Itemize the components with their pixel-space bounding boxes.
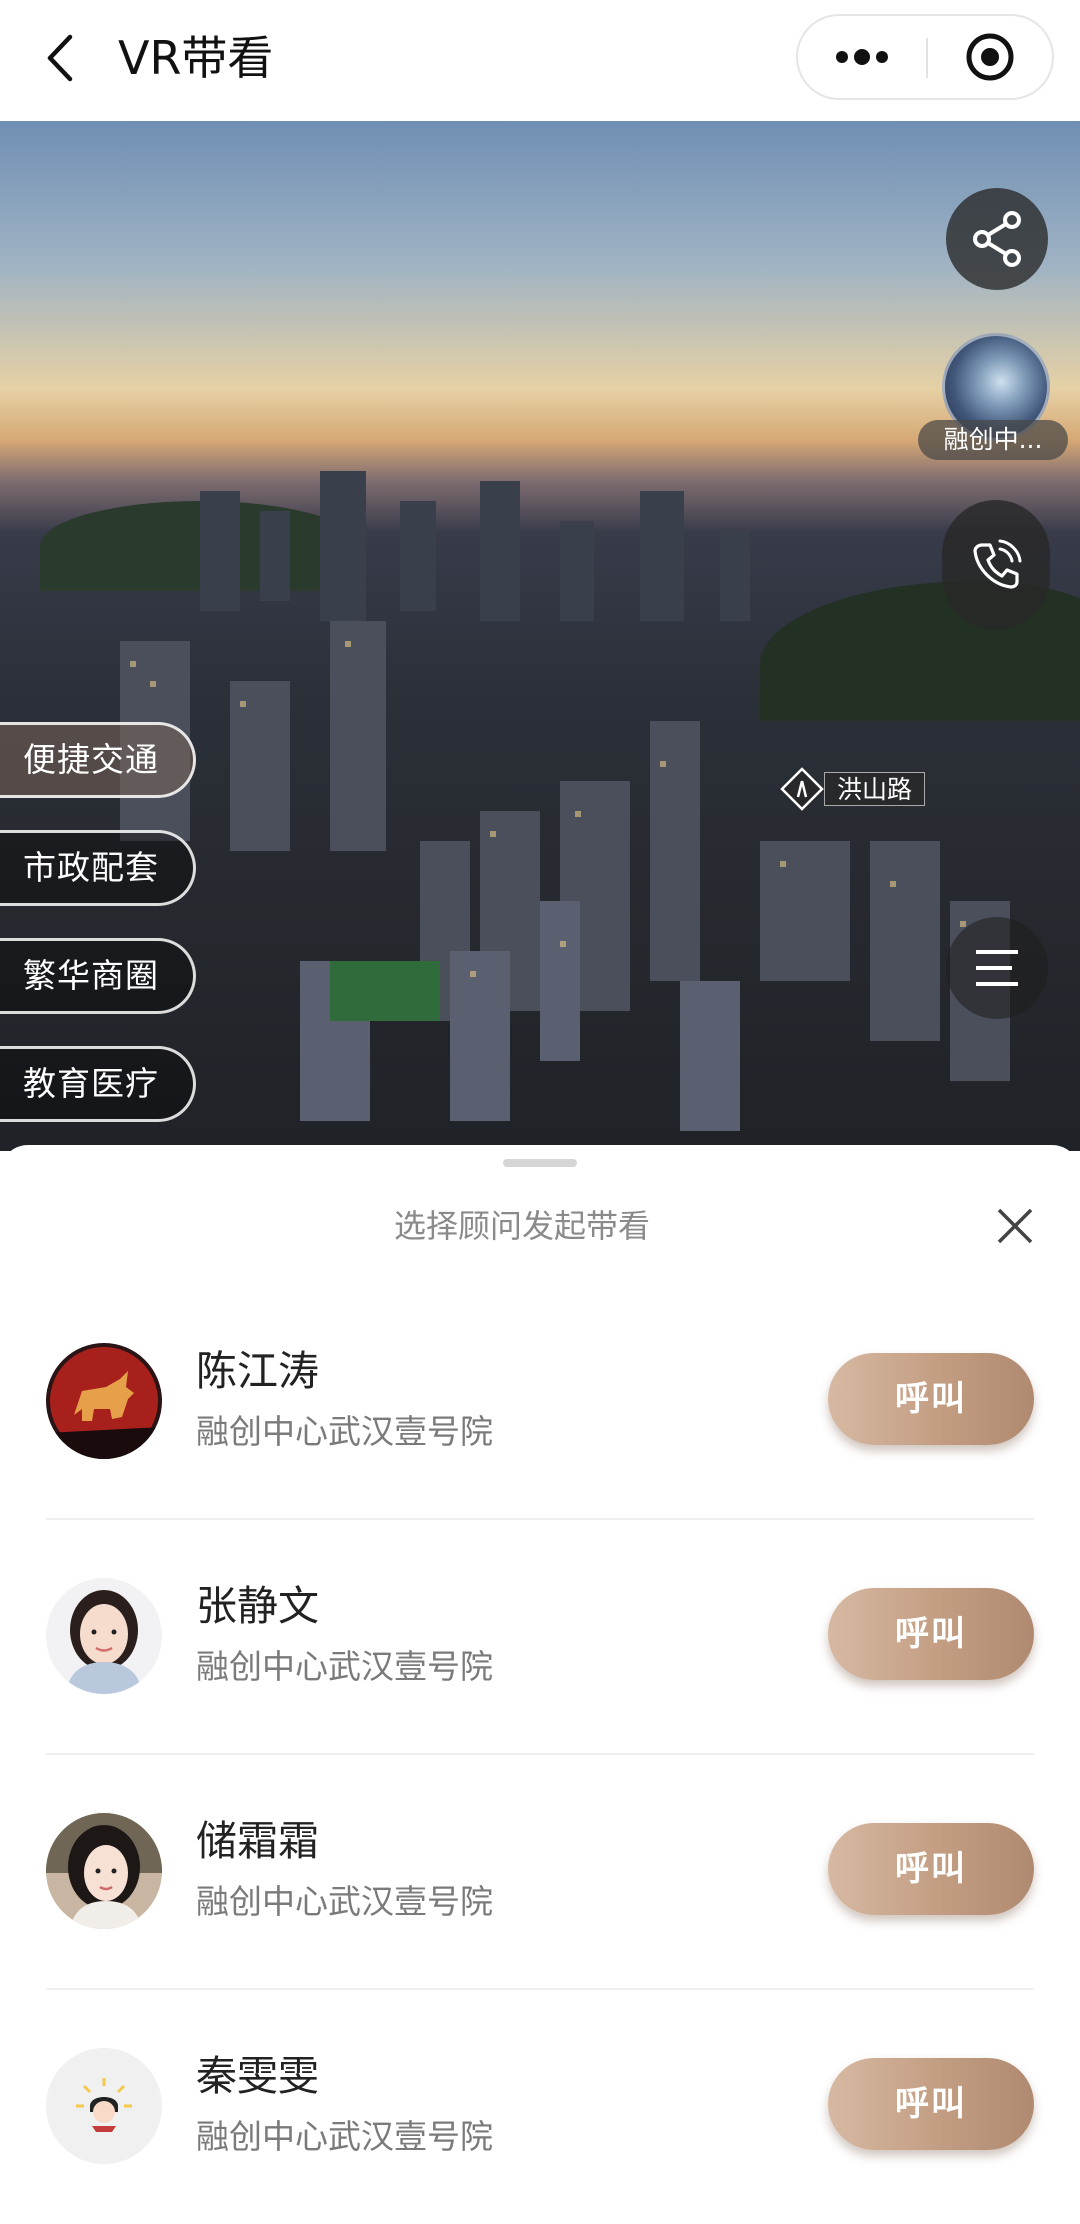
consultant-row[interactable]: 储霜霜 融创中心武汉壹号院 呼叫 — [46, 1755, 1034, 1990]
poi-transport[interactable]: 便捷交通 — [0, 722, 196, 798]
share-icon — [973, 211, 1021, 267]
avatar — [46, 2048, 162, 2164]
bull-logo-avatar-icon — [46, 1343, 162, 1459]
consultant-row[interactable]: 陈江涛 融创中心武汉壹号院 呼叫 — [46, 1285, 1034, 1520]
poi-education-medical[interactable]: 教育医疗 — [0, 1046, 196, 1122]
consultant-name: 秦雯雯 — [196, 2052, 319, 2100]
mini-program-capsule — [796, 14, 1054, 100]
road-sign-icon — [780, 767, 824, 811]
consultant-project: 融创中心武汉壹号院 — [196, 2117, 493, 2156]
more-button[interactable] — [798, 16, 926, 98]
consultant-project: 融创中心武汉壹号院 — [196, 1412, 493, 1451]
portrait-avatar-icon — [46, 1813, 162, 1929]
portrait-avatar-icon — [46, 1578, 162, 1694]
exit-miniprogram-button[interactable] — [928, 16, 1052, 98]
call-button[interactable]: 呼叫 — [828, 2058, 1034, 2150]
consultant-row[interactable]: 秦雯雯 融创中心武汉壹号院 呼叫 — [46, 1990, 1034, 2224]
nav-bar: VR带看 — [0, 0, 1080, 121]
chevron-left-icon — [47, 34, 73, 82]
sports-field-shape — [330, 961, 440, 1021]
road-name: 洪山路 — [824, 772, 926, 806]
phone-ringing-icon — [973, 539, 1022, 589]
page-title: VR带看 — [118, 31, 274, 85]
close-icon — [997, 1208, 1033, 1244]
back-button[interactable] — [36, 28, 84, 88]
drag-handle[interactable] — [503, 1159, 577, 1167]
poi-commercial[interactable]: 繁华商圈 — [0, 938, 196, 1014]
cartoon-avatar-icon — [46, 2048, 162, 2164]
consultant-row[interactable]: 张静文 融创中心武汉壹号院 呼叫 — [46, 1520, 1034, 1755]
vr-panorama-view[interactable]: 融创中... 便捷交通 市政配套 繁华商圈 教育医疗 洪山路 — [0, 121, 1080, 1151]
menu-button[interactable] — [946, 917, 1048, 1019]
call-button[interactable]: 呼叫 — [828, 1823, 1034, 1915]
avatar — [46, 1578, 162, 1694]
consultant-name: 陈江涛 — [196, 1347, 319, 1395]
road-marker[interactable]: 洪山路 — [780, 767, 926, 811]
consultant-project: 融创中心武汉壹号院 — [196, 1647, 493, 1686]
consultant-sheet: 选择顾问发起带看 陈江涛 融创中心武汉壹号院 呼叫 张静文 融创中心武汉壹号院 … — [0, 1145, 1080, 2224]
hamburger-menu-icon — [976, 950, 1018, 986]
more-dots-icon — [836, 49, 888, 65]
avatar — [46, 1343, 162, 1459]
call-button[interactable]: 呼叫 — [828, 1353, 1034, 1445]
target-circle-icon — [966, 33, 1014, 81]
consultant-name: 储霜霜 — [196, 1817, 319, 1865]
project-name-label: 融创中... — [918, 420, 1068, 460]
sheet-title: 选择顾问发起带看 — [393, 1207, 650, 1245]
phone-call-button[interactable] — [942, 500, 1050, 630]
share-button[interactable] — [946, 188, 1048, 290]
close-sheet-button[interactable] — [990, 1201, 1040, 1251]
poi-municipal[interactable]: 市政配套 — [0, 830, 196, 906]
call-button[interactable]: 呼叫 — [828, 1588, 1034, 1680]
consultant-name: 张静文 — [196, 1582, 319, 1630]
avatar — [46, 1813, 162, 1929]
consultant-project: 融创中心武汉壹号院 — [196, 1882, 493, 1921]
